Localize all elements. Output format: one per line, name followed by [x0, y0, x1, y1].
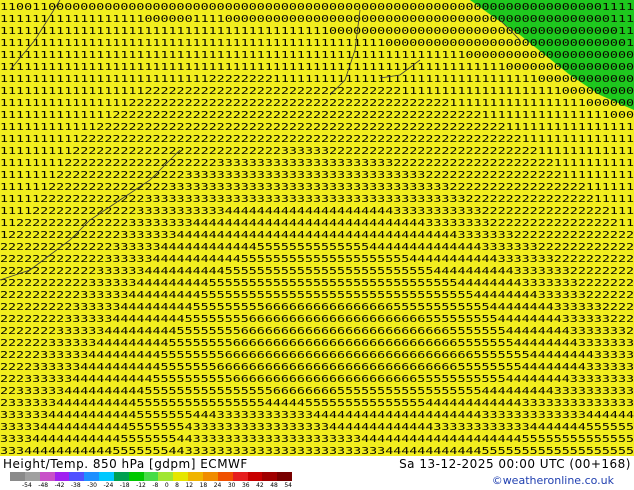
digit-row: 1111111111111111111111111111111111111111… [0, 26, 634, 37]
scale-tick-label: 42 [256, 482, 264, 489]
digit-row: 2222222222222333333444444444445555555555… [0, 254, 634, 265]
digit-row: 3333344444444444555555543333333333333333… [0, 422, 634, 433]
digit-row: 1111111111222222222222222222222222222222… [0, 134, 634, 145]
scale-swatch [69, 472, 85, 481]
digit-row: 1111112222222222222223333333333333333333… [0, 182, 634, 193]
scale-swatch [113, 472, 129, 481]
digit-row: 2222222223333334444444445555555556666666… [0, 302, 634, 313]
scale-swatch [143, 472, 159, 481]
digit-row: 1111111222222222222222233333333333333333… [0, 170, 634, 181]
scale-tick-label: 30 [227, 482, 236, 489]
scale-swatch [158, 472, 174, 481]
scale-swatch [217, 472, 233, 481]
valid-time: Sa 13-12-2025 00:00 UTC (00+168) [399, 457, 631, 471]
scale-tick-label: 0 [164, 482, 169, 489]
scale-tick-label: -24 [103, 482, 114, 489]
digit-row: 1111222222222222233333333333444444444444… [0, 206, 634, 217]
digit-row: 2222222222233333344444444455555555555555… [0, 278, 634, 289]
digit-row: 1111111111111111111111111111111111111111… [0, 50, 634, 61]
digit-row: 1222222222222223333333444444444444444444… [0, 230, 634, 241]
digit-row: 1111111111111111222222222222222222222222… [0, 98, 634, 109]
scale-tick-label: -38 [70, 482, 81, 489]
scale-tick-label: 12 [185, 482, 194, 489]
scale-swatch [232, 472, 248, 481]
digit-row: 2222222233333344444444455555555666666666… [0, 314, 634, 325]
scale-tick-label: 18 [199, 482, 208, 489]
digit-row: 2222223333334444444445555555566666666666… [0, 338, 634, 349]
digit-row: 2222222222223333334444444444555555555555… [0, 266, 634, 277]
digit-row: 2223333334444444444555555555566666666666… [0, 374, 634, 385]
digit-row: 2222222333333444444444555555556666666666… [0, 326, 634, 337]
digit-row: 1111111111111111112222222222222222222222… [0, 86, 634, 97]
digit-row: 1111111111111122222222222222222222222222… [0, 110, 634, 121]
digit-row: 2222222222333333444444444555555555555555… [0, 290, 634, 301]
scale-swatch [262, 472, 278, 481]
map-footer: Height/Temp. 850 hPa [gdpm] ECMWF Sa 13-… [0, 456, 634, 490]
digit-row: 3334444444444455555554433333333333333333… [0, 446, 634, 456]
digit-row: 1111111111111111110000001111000000000000… [0, 14, 634, 25]
digit-row: 1111111111111111111111111111111111111111… [0, 38, 634, 49]
color-scale-bar [10, 472, 293, 481]
digit-row: 1111122222222222223333333333333333333333… [0, 194, 634, 205]
scale-swatch [99, 472, 114, 481]
scale-tick-label: -42 [54, 482, 65, 489]
scale-tick-label: -48 [38, 482, 49, 489]
digit-row: 2233333344444444445555555555555555666666… [0, 386, 634, 397]
digit-row: 1111111122222222222222222223333333333333… [0, 158, 634, 169]
isotherm-digit-field: 1100110000000000000000000000000000000000… [0, 2, 634, 456]
digit-row: 1111111112222222222222222222222222233333… [0, 146, 634, 157]
scale-swatch [173, 472, 189, 481]
color-scale-ticks: -54 -48 -42 -38 -30 -24 -18 -12 -8 0 8 12 18 24 30 36 42… [22, 482, 292, 489]
scale-swatch [277, 472, 293, 481]
digit-row: 3333334444444444455555554443333333333334… [0, 410, 634, 421]
scale-tick-label: -12 [136, 482, 146, 489]
scale-tick-label: 36 [241, 482, 250, 489]
scale-swatch [247, 472, 263, 481]
site-credit[interactable]: ©weatheronline.co.uk [492, 474, 614, 487]
digit-row: 2222222222222233333344444444444455555555… [0, 242, 634, 253]
scale-tick-label: -30 [87, 482, 97, 489]
digit-row: 2222333333444444444455555556666666666666… [0, 362, 634, 373]
digit-row: 1111111111111111111111111111111111111111… [0, 62, 634, 73]
scale-tick-label: -54 [22, 482, 32, 489]
digit-row: 1111111111111111111111111122222222111111… [0, 74, 634, 85]
scale-swatch [128, 472, 144, 481]
scale-tick-label: 24 [213, 482, 222, 489]
scale-swatch [39, 472, 55, 481]
scale-swatch [84, 472, 100, 481]
map-canvas: 1100110000000000000000000000000000000000… [0, 0, 634, 456]
scale-tick-label: 8 [175, 482, 179, 489]
digit-row: 1100110000000000000000000000000000000000… [0, 2, 634, 13]
scale-swatch [54, 472, 70, 481]
map-title: Height/Temp. 850 hPa [gdpm] ECMWF [3, 457, 248, 471]
digit-row: 1111111111112222222222222222222222222222… [0, 122, 634, 133]
scale-tick-label: -8 [152, 482, 159, 489]
scale-swatch [202, 472, 218, 481]
weather-map: 1100110000000000000000000000000000000000… [0, 0, 634, 456]
digit-row: 2333333444444444455555555555555554444455… [0, 398, 634, 409]
digit-row: 3333444444444445555555443333333333333333… [0, 434, 634, 445]
color-scale: -54 -48 -42 -38 -30 -24 -18 -12 -8 0 8 12 18 24 30 36 42… [10, 472, 293, 490]
digit-row: 2222233333344444444455555555666666666666… [0, 350, 634, 361]
digit-row: 1122222222222222333333334444444444444444… [0, 218, 634, 229]
scale-tick-label: 48 [270, 482, 278, 489]
scale-swatch [188, 472, 203, 481]
scale-tick-label: -18 [119, 482, 130, 489]
scale-swatch [10, 472, 25, 481]
scale-swatch [24, 472, 40, 481]
scale-tick-label: 54 [284, 482, 292, 489]
